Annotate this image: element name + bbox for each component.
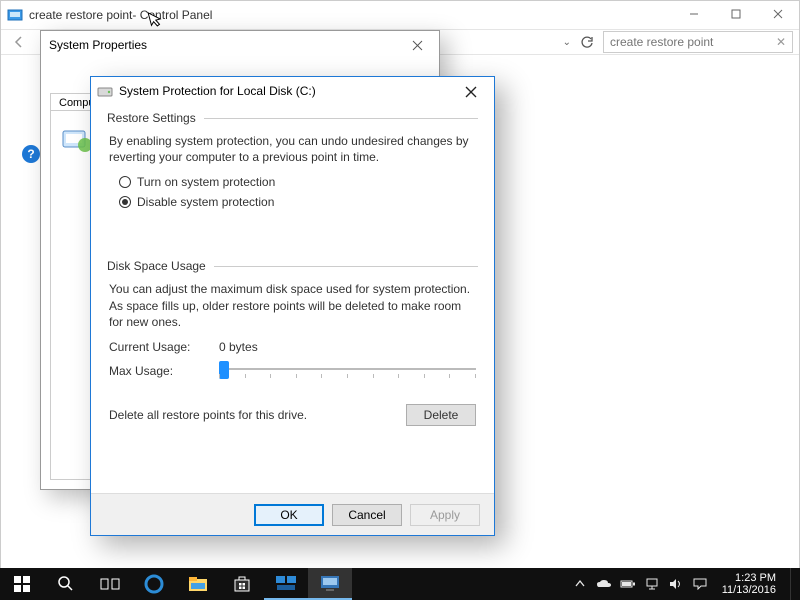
- system-protection-icon: [59, 125, 93, 155]
- max-usage-row: Max Usage:: [109, 360, 476, 386]
- tray-action-center-icon[interactable]: [692, 576, 708, 592]
- current-usage-label: Current Usage:: [109, 340, 199, 354]
- help-icon[interactable]: ?: [22, 145, 40, 163]
- drive-icon: [97, 83, 113, 99]
- cancel-button[interactable]: Cancel: [332, 504, 402, 526]
- cp-window-controls: [673, 1, 799, 27]
- tray-network-icon[interactable]: [644, 576, 660, 592]
- radio-disable-label: Disable system protection: [137, 195, 274, 209]
- nav-back-button[interactable]: [7, 31, 31, 53]
- close-button[interactable]: [757, 1, 799, 27]
- disk-space-text: You can adjust the maximum disk space us…: [109, 281, 476, 330]
- radio-turn-on-label: Turn on system protection: [137, 175, 275, 189]
- taskbar: 1:23 PM 11/13/2016: [0, 568, 800, 600]
- taskbar-app-store[interactable]: [220, 568, 264, 600]
- sysprops-title: System Properties: [41, 31, 439, 59]
- max-usage-slider[interactable]: [219, 360, 476, 386]
- current-usage-row: Current Usage: 0 bytes: [109, 340, 476, 354]
- spld-title-text: System Protection for Local Disk (C:): [119, 84, 316, 98]
- apply-button[interactable]: Apply: [410, 504, 480, 526]
- maximize-button[interactable]: [715, 1, 757, 27]
- taskbar-app-system[interactable]: [308, 568, 352, 600]
- clock-date: 11/13/2016: [722, 584, 776, 596]
- cp-title-suffix: - Control Panel: [132, 8, 212, 22]
- tray-onedrive-icon[interactable]: [596, 576, 612, 592]
- cp-search-box[interactable]: ✕: [603, 31, 793, 53]
- taskbar-app-explorer[interactable]: [176, 568, 220, 600]
- tray-battery-icon[interactable]: [620, 576, 636, 592]
- tray-volume-icon[interactable]: [668, 576, 684, 592]
- cp-title-prefix: create restore point: [29, 8, 132, 22]
- clock-time: 1:23 PM: [722, 572, 776, 584]
- spld-titlebar: System Protection for Local Disk (C:): [91, 77, 494, 105]
- control-panel-icon: [7, 7, 23, 23]
- minimize-button[interactable]: [673, 1, 715, 27]
- spld-body: Restore Settings By enabling system prot…: [91, 111, 494, 426]
- tray-chevron-up-icon[interactable]: [572, 576, 588, 592]
- radio-disable[interactable]: Disable system protection: [119, 195, 494, 209]
- current-usage-value: 0 bytes: [219, 340, 258, 354]
- radio-icon: [119, 196, 131, 208]
- system-tray: 1:23 PM 11/13/2016: [572, 568, 800, 600]
- restore-settings-text: By enabling system protection, you can u…: [109, 133, 476, 165]
- delete-button[interactable]: Delete: [406, 404, 476, 426]
- sysprops-close-button[interactable]: [399, 35, 435, 55]
- task-view-button[interactable]: [88, 568, 132, 600]
- restore-settings-label: Restore Settings: [107, 111, 196, 125]
- taskbar-app-edge[interactable]: [132, 568, 176, 600]
- system-protection-dialog: System Protection for Local Disk (C:) Re…: [90, 76, 495, 536]
- cp-search-input[interactable]: [608, 34, 774, 50]
- taskbar-clock[interactable]: 1:23 PM 11/13/2016: [716, 572, 782, 596]
- radio-turn-on[interactable]: Turn on system protection: [119, 175, 494, 189]
- start-button[interactable]: [0, 568, 44, 600]
- search-button[interactable]: [44, 568, 88, 600]
- max-usage-label: Max Usage:: [109, 360, 199, 378]
- delete-text: Delete all restore points for this drive…: [109, 408, 307, 422]
- delete-row: Delete all restore points for this drive…: [109, 404, 476, 426]
- disk-space-header: Disk Space Usage: [107, 259, 478, 273]
- protection-radio-group: Turn on system protection Disable system…: [119, 175, 494, 209]
- disk-space-label: Disk Space Usage: [107, 259, 206, 273]
- restore-settings-header: Restore Settings: [107, 111, 478, 125]
- clear-search-icon[interactable]: ✕: [774, 35, 788, 49]
- taskbar-app-control-panel[interactable]: [264, 568, 308, 600]
- refresh-button[interactable]: [577, 32, 597, 52]
- ok-button[interactable]: OK: [254, 504, 324, 526]
- radio-icon: [119, 176, 131, 188]
- spld-close-button[interactable]: [454, 82, 488, 102]
- show-desktop-button[interactable]: [790, 568, 796, 600]
- spld-footer: OK Cancel Apply: [91, 493, 494, 535]
- address-dropdown-icon[interactable]: ⌄: [563, 37, 571, 48]
